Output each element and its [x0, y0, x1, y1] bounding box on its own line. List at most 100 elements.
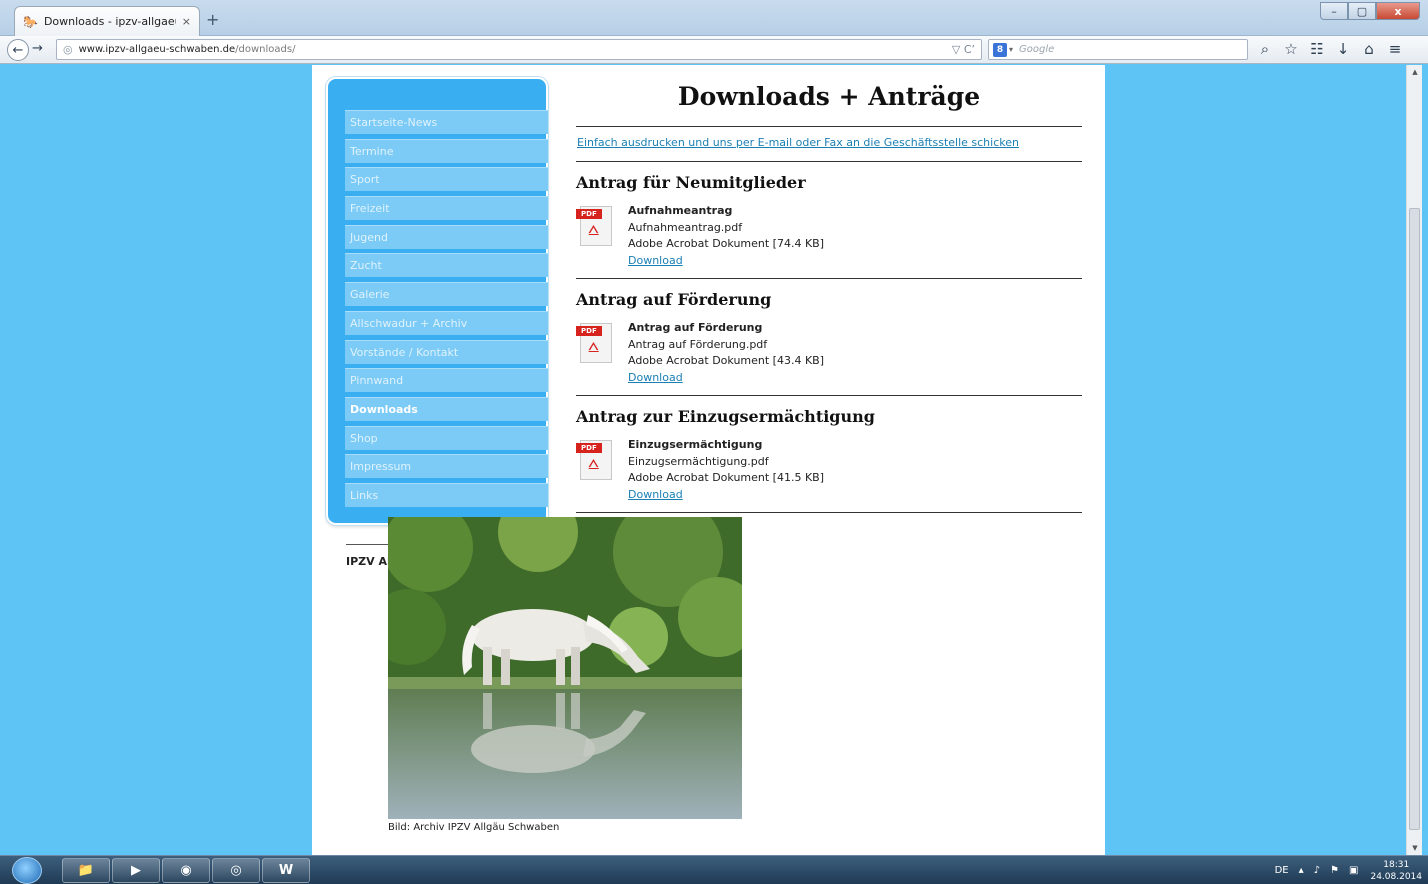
- url-path: /downloads/: [235, 44, 296, 55]
- pdf-file-icon[interactable]: PDF ⩟: [576, 206, 616, 246]
- google-engine-icon[interactable]: 8: [993, 42, 1007, 57]
- section-heading: Antrag auf Förderung: [576, 290, 772, 309]
- sidebar-item-galerie[interactable]: Galerie: [345, 282, 548, 307]
- close-window-button[interactable]: x: [1376, 2, 1420, 20]
- sidebar-item-freizeit[interactable]: Freizeit: [345, 196, 548, 221]
- sidebar-item-jugend[interactable]: Jugend: [345, 224, 548, 249]
- minimize-button[interactable]: –: [1320, 2, 1348, 20]
- download-filetype: Adobe Acrobat Dokument [41.5 KB]: [628, 471, 825, 484]
- section-heading: Antrag zur Einzugsermächtigung: [576, 407, 875, 426]
- download-filename: Aufnahmeantrag.pdf: [628, 220, 743, 234]
- download-item: PDF ⩟ Aufnahmeantrag Aufnahmeantrag.pdf Adob…: [576, 203, 1082, 271]
- download-filetype: Adobe Acrobat Dokument [43.4 KB]: [628, 354, 825, 367]
- search-input[interactable]: Google: [1019, 44, 1243, 55]
- download-item: PDF ⩟ Einzugsermächtigung Einzugsermächtigu…: [576, 437, 1082, 505]
- download-link[interactable]: Download: [628, 488, 683, 501]
- sidebar-item-shop[interactable]: Shop: [345, 425, 548, 450]
- pdf-file-icon[interactable]: PDF ⩟: [576, 440, 616, 480]
- divider: [576, 395, 1082, 396]
- download-section: Antrag zur Einzugsermächtigung PDF ⩟ Einzug…: [576, 407, 1082, 513]
- divider: [576, 161, 1082, 162]
- page-scrollbar[interactable]: ▲ ▼: [1406, 65, 1422, 855]
- browser-titlebar: 🐎 Downloads - ipzv-allgaeu-... × + – ▢ x: [0, 0, 1428, 36]
- sidebar-item-impressum[interactable]: Impressum: [345, 454, 548, 479]
- scroll-thumb[interactable]: [1409, 208, 1420, 830]
- page-viewport: Startseite-News Termine Sport Freizeit Jugen…: [8, 65, 1406, 855]
- address-bar[interactable]: ◎ www.ipzv-allgaeu-schwaben.de /download…: [56, 39, 982, 60]
- magnifier-icon[interactable]: ⌕: [1252, 40, 1278, 58]
- globe-icon: ◎: [63, 43, 73, 56]
- intro-link[interactable]: Einfach ausdrucken und uns per E-mail od…: [577, 136, 1082, 152]
- media-player-taskbar-icon[interactable]: ▶: [112, 858, 160, 883]
- sidebar-item-pinnwand[interactable]: Pinnwand: [345, 368, 548, 393]
- tab-close-icon[interactable]: ×: [182, 15, 191, 28]
- page-title: Downloads + Anträge: [677, 82, 981, 111]
- search-bar[interactable]: 8 ▾ Google: [988, 39, 1248, 60]
- flag-icon[interactable]: ⚑: [1330, 865, 1339, 876]
- scroll-up-arrow-icon[interactable]: ▲: [1407, 68, 1423, 76]
- menu-icon[interactable]: ≡: [1382, 40, 1408, 58]
- explorer-taskbar-icon[interactable]: 📁: [62, 858, 110, 883]
- firefox-taskbar-icon[interactable]: ◉: [162, 858, 210, 883]
- reload-icon[interactable]: ▽ C’: [952, 43, 975, 56]
- clock-date: 24.08.2014: [1370, 871, 1422, 882]
- download-sections: Antrag für Neumitglieder PDF ⩟ Aufnahmeantr…: [576, 173, 1082, 513]
- tab-title: Downloads - ipzv-allgaeu-...: [43, 15, 176, 28]
- sidebar-item-allschwadur-archiv[interactable]: Allschwadur + Archiv: [345, 310, 548, 335]
- network-icon[interactable]: ▣: [1349, 865, 1358, 876]
- download-filetype: Adobe Acrobat Dokument [74.4 KB]: [628, 237, 825, 250]
- section-heading: Antrag für Neumitglieder: [576, 173, 806, 192]
- sidebar-item-downloads[interactable]: Downloads: [345, 396, 548, 421]
- browser-tab[interactable]: 🐎 Downloads - ipzv-allgaeu-... ×: [14, 6, 200, 36]
- language-indicator[interactable]: DE: [1275, 865, 1289, 876]
- bookmark-star-icon[interactable]: ☆: [1278, 40, 1304, 58]
- url-host: www.ipzv-allgaeu-schwaben.de: [78, 44, 236, 55]
- download-section: Antrag für Neumitglieder PDF ⩟ Aufnahmeantr…: [576, 173, 1082, 279]
- arrow-right-icon: →: [32, 41, 43, 56]
- nav-list: Startseite-News Termine Sport Freizeit Jugen…: [345, 110, 548, 512]
- divider: [576, 278, 1082, 279]
- maximize-button[interactable]: ▢: [1348, 2, 1376, 20]
- chevron-down-icon[interactable]: ▾: [1009, 45, 1013, 54]
- chrome-taskbar-icon[interactable]: ◎: [212, 858, 260, 883]
- sidebar-item-vorst-nde-kontakt[interactable]: Vorstände / Kontakt: [345, 339, 548, 364]
- download-link[interactable]: Download: [628, 254, 683, 267]
- download-title: Einzugsermächtigung: [628, 438, 763, 451]
- tray-expand-icon[interactable]: ▴: [1299, 865, 1304, 876]
- download-details: Aufnahmeantrag Aufnahmeantrag.pdf Adobe Ac…: [628, 203, 824, 271]
- horse-photo: [388, 517, 742, 819]
- scroll-down-arrow-icon[interactable]: ▼: [1407, 844, 1423, 852]
- download-link[interactable]: Download: [628, 371, 683, 384]
- pdf-file-icon[interactable]: PDF ⩟: [576, 323, 616, 363]
- browser-navbar: ← → ◎ www.ipzv-allgaeu-schwaben.de /down…: [0, 36, 1428, 64]
- windows-taskbar: 📁 ▶ ◉ ◎ W DE ▴ ♪ ⚑ ▣ 18:31 24.08.2014: [0, 855, 1428, 884]
- volume-icon[interactable]: ♪: [1314, 865, 1320, 876]
- download-section: Antrag auf Förderung PDF ⩟ Antrag auf Förde…: [576, 290, 1082, 396]
- start-button[interactable]: [12, 857, 42, 884]
- download-arrow-icon[interactable]: ↓: [1330, 40, 1356, 58]
- arrow-left-icon: ←: [12, 42, 24, 58]
- divider: [576, 126, 1082, 127]
- new-tab-button[interactable]: +: [206, 10, 219, 29]
- content-area: Startseite-News Termine Sport Freizeit Jugen…: [312, 65, 1105, 855]
- sidebar-item-zucht[interactable]: Zucht: [345, 253, 548, 278]
- sidebar-item-sport[interactable]: Sport: [345, 167, 548, 192]
- forward-button[interactable]: →: [32, 41, 43, 56]
- photo-caption: Bild: Archiv IPZV Allgäu Schwaben: [388, 822, 560, 833]
- sidebar-item-links[interactable]: Links: [345, 482, 548, 507]
- download-item: PDF ⩟ Antrag auf Förderung Antrag auf Förde…: [576, 320, 1082, 388]
- word-taskbar-icon[interactable]: W: [262, 858, 310, 883]
- horse-favicon-icon: 🐎: [23, 14, 38, 29]
- home-icon[interactable]: ⌂: [1356, 40, 1382, 58]
- back-button[interactable]: ←: [7, 39, 29, 61]
- clock-time: 18:31: [1383, 859, 1410, 870]
- clipboard-icon[interactable]: ☷: [1304, 40, 1330, 58]
- window-controls: – ▢ x: [1320, 2, 1420, 20]
- sidebar-item-termine[interactable]: Termine: [345, 138, 548, 163]
- system-tray: DE ▴ ♪ ⚑ ▣ 18:31 24.08.2014: [1265, 856, 1422, 884]
- clock[interactable]: 18:31 24.08.2014: [1370, 859, 1422, 883]
- sidebar-navigation: Startseite-News Termine Sport Freizeit Jugen…: [326, 77, 548, 525]
- sidebar-item-startseite-news[interactable]: Startseite-News: [345, 110, 548, 134]
- divider: [576, 512, 1082, 513]
- browser-toolbar-icons: ⌕ ☆ ☷ ↓ ⌂ ≡: [1252, 40, 1408, 58]
